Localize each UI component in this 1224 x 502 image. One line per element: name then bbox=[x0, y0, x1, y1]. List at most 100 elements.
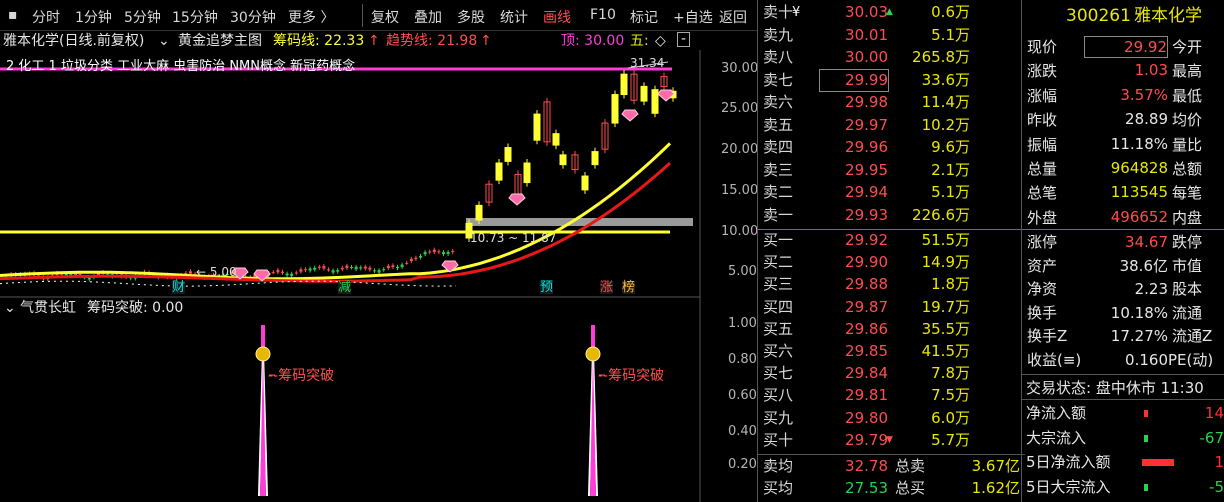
buy-level-row[interactable]: 买九 29.80 6.0万 bbox=[758, 408, 1025, 429]
sell-level-label: 卖五 bbox=[763, 115, 794, 134]
quote-value: 113545 bbox=[1110, 183, 1168, 202]
sell-level-price: 29.98 bbox=[845, 93, 888, 111]
buy-level-row[interactable]: 买三 29.88 1.8万 bbox=[758, 274, 1025, 295]
sell-level-price: 30.01 bbox=[845, 25, 888, 44]
marker-ranking[interactable]: 榜 bbox=[622, 281, 636, 294]
sell-level-row[interactable]: 卖三 29.95 2.1万 bbox=[758, 160, 1025, 181]
buy-level-row[interactable]: 买七 29.84 7.8万 bbox=[758, 363, 1025, 384]
quote-label: 总量 bbox=[1027, 160, 1058, 178]
buy-level-row[interactable]: 买四 29.87 19.7万 bbox=[758, 297, 1025, 318]
buy-level-price: 29.90 bbox=[845, 253, 888, 272]
quote-label: PE(动) bbox=[1168, 350, 1214, 369]
period-tab-5min[interactable]: 5分钟 bbox=[124, 7, 161, 27]
high-price-label: 31.34 bbox=[630, 56, 665, 70]
quote-row: 涨幅 3.57% 最低 bbox=[1022, 85, 1224, 107]
summary-volume: 3.67亿 bbox=[971, 457, 1020, 475]
quote-value: 964828 bbox=[1110, 159, 1168, 177]
period-tab-1min[interactable]: 1分钟 bbox=[75, 7, 112, 27]
marker-finance[interactable]: 财 bbox=[172, 281, 186, 294]
adjust-button[interactable]: 复权 bbox=[371, 7, 399, 27]
diamond-signal-icon bbox=[508, 193, 526, 206]
small-square-icon[interactable]: ▪ bbox=[8, 7, 18, 23]
sell-level-row[interactable]: 卖五 29.97 10.2万 bbox=[758, 115, 1025, 136]
quote-value: 2.23 bbox=[1134, 280, 1168, 298]
toolbar: ▪ 分时 1分钟 5分钟 15分钟 30分钟 更多 〉 复权 叠加 多股 统计 … bbox=[0, 0, 757, 31]
marker-forecast[interactable]: 预 bbox=[540, 281, 554, 294]
period-tab-15min[interactable]: 15分钟 bbox=[172, 7, 218, 27]
quote-label: 资产 bbox=[1027, 256, 1058, 275]
sell-level-label: 卖九 bbox=[763, 25, 794, 44]
buy-level-volume: 19.7万 bbox=[921, 297, 970, 316]
sell-level-row[interactable]: 卖一 29.93 226.6万 bbox=[758, 205, 1025, 226]
diamond-icon[interactable]: ◇ bbox=[655, 34, 666, 48]
quote-label: 流通 bbox=[1172, 303, 1203, 322]
quote-label: 现价 bbox=[1027, 38, 1058, 56]
stock-name: 雅本化学 bbox=[1134, 6, 1202, 26]
buy-level-row[interactable]: 买八 29.81 7.5万 bbox=[758, 385, 1025, 406]
buy-level-label: 买九 bbox=[763, 408, 794, 427]
summary-label: 买均 bbox=[763, 479, 794, 497]
sell-level-label: 卖十 bbox=[763, 3, 794, 21]
quote-row: 资产 38.6亿 市值 bbox=[1022, 255, 1224, 277]
sell-level-price: 29.96 bbox=[845, 138, 888, 156]
marker-limit-up[interactable]: 涨 bbox=[600, 281, 614, 294]
buy-level-row[interactable]: 买十 29.79 5.7万 ▼ bbox=[758, 430, 1025, 451]
f10-button[interactable]: F10 bbox=[590, 7, 616, 23]
sell-level-label: 卖四 bbox=[763, 138, 794, 156]
sell-level-row[interactable]: 卖七 29.99 33.6万 bbox=[758, 68, 1025, 92]
sell-level-row[interactable]: 卖六 29.98 11.4万 bbox=[758, 92, 1025, 113]
currency-icon: ¥ bbox=[792, 5, 801, 20]
marker-reduce[interactable]: 减 bbox=[338, 281, 352, 294]
sell-level-row[interactable]: 卖八 30.00 265.8万 bbox=[758, 47, 1025, 68]
quote-row: 涨停 34.67 跌停 bbox=[1022, 231, 1224, 253]
flow-value: 14 bbox=[1204, 404, 1224, 422]
sell-level-volume: 10.2万 bbox=[921, 115, 970, 134]
buy-level-row[interactable]: 买六 29.85 41.5万 bbox=[758, 341, 1025, 362]
overlay-button[interactable]: 叠加 bbox=[414, 7, 442, 27]
back-button[interactable]: 返回 bbox=[719, 7, 747, 27]
minimize-icon[interactable]: - bbox=[677, 32, 690, 47]
arrow-up-icon: ↑ bbox=[368, 33, 380, 49]
stock-code: 300261 bbox=[1066, 6, 1131, 26]
sell-level-row[interactable]: 卖十 30.03 0.6万 ¥ ▲ bbox=[758, 2, 1025, 23]
down-arrow-icon: ▼ bbox=[886, 434, 893, 445]
period-tab-intraday[interactable]: 分时 bbox=[32, 7, 60, 27]
buy-level-price: 29.84 bbox=[845, 364, 888, 383]
indicator-toggle-icon[interactable]: ⌄ bbox=[158, 34, 170, 48]
buy-level-price: 29.85 bbox=[845, 342, 888, 360]
quote-label: 换手Z bbox=[1027, 327, 1068, 345]
buy-level-row[interactable]: 买一 29.92 51.5万 bbox=[758, 230, 1025, 251]
sell-level-label: 卖一 bbox=[763, 205, 794, 224]
buy-level-volume: 6.0万 bbox=[931, 408, 970, 427]
trend-line-label: 趋势线: 21.98 bbox=[386, 33, 478, 49]
draw-line-button[interactable]: 画线 bbox=[543, 7, 571, 27]
sell-level-label: 卖三 bbox=[763, 160, 794, 179]
sell-level-row[interactable]: 卖二 29.94 5.1万 bbox=[758, 182, 1025, 203]
mark-button[interactable]: 标记 bbox=[630, 7, 658, 27]
statistics-button[interactable]: 统计 bbox=[500, 7, 528, 27]
axis-tick: 0.80 bbox=[728, 352, 757, 367]
buy-level-row[interactable]: 买五 29.86 35.5万 bbox=[758, 319, 1025, 340]
quote-title: 300261 雅本化学 bbox=[1022, 5, 1224, 29]
quote-label: 股本 bbox=[1172, 280, 1203, 298]
buy-level-label: 买五 bbox=[763, 319, 794, 338]
sell-level-row[interactable]: 卖四 29.96 9.6万 bbox=[758, 137, 1025, 158]
sell-level-price: 30.03 bbox=[845, 3, 888, 21]
add-watchlist-button[interactable]: +自选 bbox=[673, 7, 713, 27]
quote-value: 28.89 bbox=[1125, 110, 1168, 129]
quote-value: 38.6亿 bbox=[1119, 256, 1168, 275]
indicator-name[interactable]: 黄金追梦主图 bbox=[178, 34, 262, 48]
multi-stock-button[interactable]: 多股 bbox=[457, 7, 485, 27]
buy-level-price: 29.79 bbox=[845, 430, 888, 449]
flow-bar bbox=[1144, 410, 1148, 417]
sell-level-volume: 5.1万 bbox=[931, 25, 970, 44]
period-tab-30min[interactable]: 30分钟 bbox=[230, 7, 276, 27]
flow-label: 净流入额 bbox=[1026, 404, 1087, 422]
period-tab-more[interactable]: 更多 〉 bbox=[288, 7, 334, 27]
sell-level-label: 卖七 bbox=[763, 70, 794, 89]
summary-price: 32.78 bbox=[845, 457, 888, 475]
summary-price: 27.53 bbox=[845, 479, 888, 497]
axis-tick: 20.00 bbox=[721, 142, 759, 157]
sell-level-row[interactable]: 卖九 30.01 5.1万 bbox=[758, 25, 1025, 46]
buy-level-row[interactable]: 买二 29.90 14.9万 bbox=[758, 252, 1025, 273]
